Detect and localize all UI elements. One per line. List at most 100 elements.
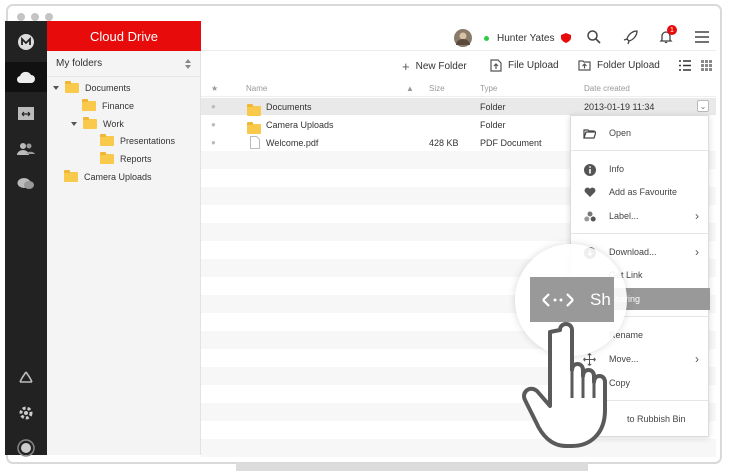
expand-caret-icon[interactable] <box>53 86 59 90</box>
folder-upload-label: Folder Upload <box>597 59 660 71</box>
transfers-icon[interactable] <box>5 98 47 128</box>
my-folders-label: My folders <box>56 58 103 69</box>
menu-item-label: Add as Favourite <box>609 187 678 197</box>
menu-item-label: Label... <box>609 211 639 221</box>
window-control-dot[interactable] <box>31 13 39 21</box>
menu-item-open[interactable]: Open <box>571 122 710 144</box>
favourite-star-icon[interactable]: ● <box>211 120 216 129</box>
tree-item-presentations[interactable]: Presentations <box>100 133 175 149</box>
tree-item-documents[interactable]: Documents <box>53 80 131 96</box>
tree-item-finance[interactable]: Finance <box>82 98 134 114</box>
magnified-sharing-item: Sh <box>530 277 614 322</box>
menu-divider <box>571 233 710 234</box>
folder-open-icon <box>583 129 596 139</box>
hamburger-menu-icon[interactable] <box>695 31 709 43</box>
menu-item-add-favourite[interactable]: Add as Favourite <box>571 181 710 203</box>
online-status-icon <box>484 35 489 41</box>
folder-upload-icon <box>578 60 591 71</box>
plus-icon: + <box>402 59 410 74</box>
folder-upload-button[interactable]: Folder Upload <box>578 59 660 71</box>
menu-item-label: Info <box>609 164 625 174</box>
favourite-column-star-icon[interactable]: ★ <box>211 84 218 93</box>
window-control-dot[interactable] <box>45 13 53 21</box>
menu-item-label: Open <box>609 128 632 138</box>
file-list-header: ★ Name ▲ Size Type Date created <box>201 81 716 97</box>
user-menu[interactable]: Hunter Yates <box>454 29 572 47</box>
grid-view-icon[interactable] <box>701 60 712 71</box>
file-name: Welcome.pdf <box>266 138 319 148</box>
chevron-right-icon: › <box>695 209 699 223</box>
tree-item-camera-uploads[interactable]: Camera Uploads <box>64 169 152 185</box>
folder-icon <box>100 134 114 146</box>
favourite-star-icon[interactable]: ● <box>211 102 216 111</box>
new-folder-button[interactable]: + New Folder <box>402 59 467 74</box>
heart-icon <box>583 186 596 199</box>
file-upload-button[interactable]: File Upload <box>490 59 559 72</box>
menu-item-info[interactable]: Info <box>571 158 710 180</box>
menu-item-label[interactable]: Label... › <box>571 205 710 227</box>
list-view-icon[interactable] <box>679 60 691 71</box>
user-name: Hunter Yates <box>497 32 555 44</box>
new-folder-label: New Folder <box>415 61 467 72</box>
sort-arrows-icon[interactable] <box>185 59 191 69</box>
search-icon[interactable] <box>587 30 601 44</box>
magnified-label: Sh <box>590 289 611 309</box>
file-name: Documents <box>266 102 312 112</box>
tree-item-label: Finance <box>102 101 135 111</box>
file-upload-label: File Upload <box>508 60 559 71</box>
share-arrows-icon <box>542 292 574 307</box>
contacts-icon[interactable] <box>5 134 47 164</box>
my-folders-header[interactable]: My folders <box>47 51 201 77</box>
tree-item-label: Work <box>103 119 124 129</box>
column-date-created[interactable]: Date created <box>584 84 630 93</box>
avatar[interactable] <box>454 29 472 47</box>
toolbar: + New Folder File Upload Folder Upload <box>201 51 716 81</box>
settings-gear-icon[interactable] <box>5 398 47 428</box>
file-upload-icon <box>490 59 502 72</box>
pdf-file-icon <box>250 136 260 149</box>
menu-divider <box>571 150 710 151</box>
sort-asc-icon[interactable]: ▲ <box>406 84 414 93</box>
folder-icon <box>83 117 97 129</box>
file-size: 428 KB <box>429 138 459 148</box>
icon-rail <box>5 21 47 457</box>
empty-row <box>201 439 716 457</box>
tree-item-reports[interactable]: Reports <box>100 151 152 167</box>
rocket-icon[interactable] <box>623 29 639 45</box>
info-icon <box>583 163 596 176</box>
column-size[interactable]: Size <box>429 84 445 93</box>
file-row-documents[interactable]: ● Documents Folder 2013-01-19 11:34 ⌄ <box>201 98 716 116</box>
column-name[interactable]: Name <box>246 84 267 93</box>
cloud-drive-icon[interactable] <box>5 62 47 92</box>
brand-header[interactable]: Cloud Drive <box>47 21 201 51</box>
camera-folder-icon <box>64 170 78 182</box>
file-type: PDF Document <box>480 138 542 148</box>
tree-item-label: Reports <box>120 154 152 164</box>
file-name: Camera Uploads <box>266 120 334 130</box>
rubbish-bin-icon[interactable] <box>5 364 47 394</box>
pointing-hand-icon <box>522 322 607 448</box>
file-type: Folder <box>480 102 506 112</box>
label-dots-icon <box>583 210 596 223</box>
tree-item-work[interactable]: Work <box>71 116 124 132</box>
tree-item-label: Documents <box>85 83 131 93</box>
tree-item-label: Camera Uploads <box>84 172 152 182</box>
mega-logo-icon[interactable] <box>5 27 47 57</box>
notification-badge[interactable]: 1 <box>667 25 677 35</box>
top-bar: Hunter Yates 1 <box>201 21 716 51</box>
menu-item-label: to Rubbish Bin <box>627 414 686 424</box>
security-shield-icon <box>561 33 572 43</box>
chevron-right-icon: › <box>695 245 699 259</box>
folder-icon <box>65 81 79 93</box>
chevron-right-icon: › <box>695 352 699 366</box>
favourite-star-icon[interactable]: ● <box>211 138 216 147</box>
row-menu-chevron-icon[interactable]: ⌄ <box>697 100 709 112</box>
expand-caret-icon[interactable] <box>71 122 77 126</box>
column-type[interactable]: Type <box>480 84 497 93</box>
file-type: Folder <box>480 120 506 130</box>
horizontal-scrollbar[interactable] <box>236 462 588 471</box>
sync-status-icon[interactable] <box>5 433 47 463</box>
window-control-dot[interactable] <box>17 13 25 21</box>
chat-icon[interactable] <box>5 169 47 199</box>
tree-item-label: Presentations <box>120 136 176 146</box>
